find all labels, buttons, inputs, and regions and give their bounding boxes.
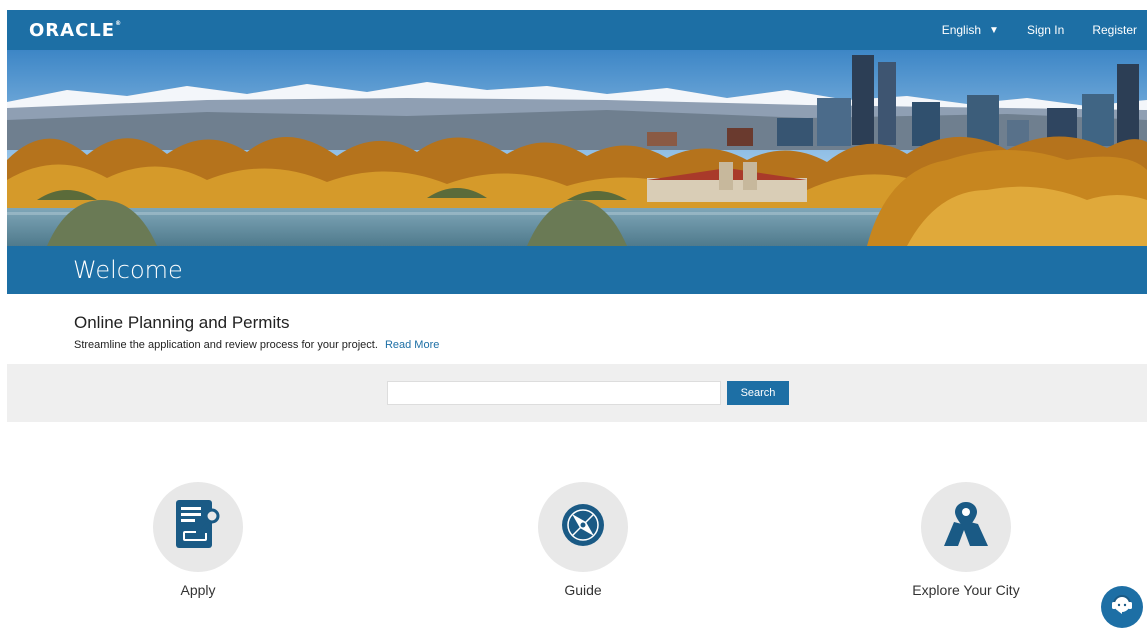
- tile-guide[interactable]: Guide: [493, 482, 673, 598]
- tile-explore-label: Explore Your City: [912, 582, 1020, 598]
- intro-description-text: Streamline the application and review pr…: [74, 339, 378, 351]
- tile-explore-your-city[interactable]: Explore Your City: [876, 482, 1056, 598]
- compass-icon: [558, 500, 608, 555]
- chat-assistant-icon: [1109, 592, 1135, 623]
- tile-apply-circle: [153, 482, 243, 572]
- sign-in-link[interactable]: Sign In: [1027, 23, 1064, 37]
- search-band: Search: [7, 364, 1147, 422]
- hero-banner-image: [7, 50, 1147, 246]
- application-form-icon: [172, 498, 224, 557]
- language-label: English: [941, 23, 982, 37]
- page-title: Online Planning and Permits: [74, 313, 290, 332]
- chat-assistant-button[interactable]: [1101, 586, 1143, 628]
- top-navigation-bar: ORACLE® English ▼ Sign In Register: [7, 10, 1147, 50]
- register-link[interactable]: Register: [1092, 23, 1137, 37]
- language-selector[interactable]: English ▼: [942, 23, 999, 37]
- tile-apply[interactable]: Apply: [108, 482, 288, 598]
- tile-guide-circle: [538, 482, 628, 572]
- welcome-banner: Welcome: [7, 246, 1147, 294]
- read-more-link[interactable]: Read More: [385, 339, 439, 351]
- tile-apply-label: Apply: [180, 582, 216, 598]
- top-nav-links: English ▼ Sign In Register: [942, 10, 1137, 50]
- caret-down-icon: ▼: [989, 24, 999, 36]
- oracle-logo[interactable]: ORACLE®: [29, 20, 122, 41]
- map-pin-icon: [940, 500, 992, 555]
- logo-registered-mark: ®: [115, 20, 123, 27]
- search-button[interactable]: Search: [727, 381, 789, 405]
- logo-text: ORACLE: [29, 20, 116, 41]
- tile-explore-circle: [921, 482, 1011, 572]
- welcome-title: Welcome: [73, 256, 183, 284]
- search-input[interactable]: [387, 381, 721, 405]
- intro-description: Streamline the application and review pr…: [74, 339, 439, 351]
- tile-guide-label: Guide: [564, 582, 602, 598]
